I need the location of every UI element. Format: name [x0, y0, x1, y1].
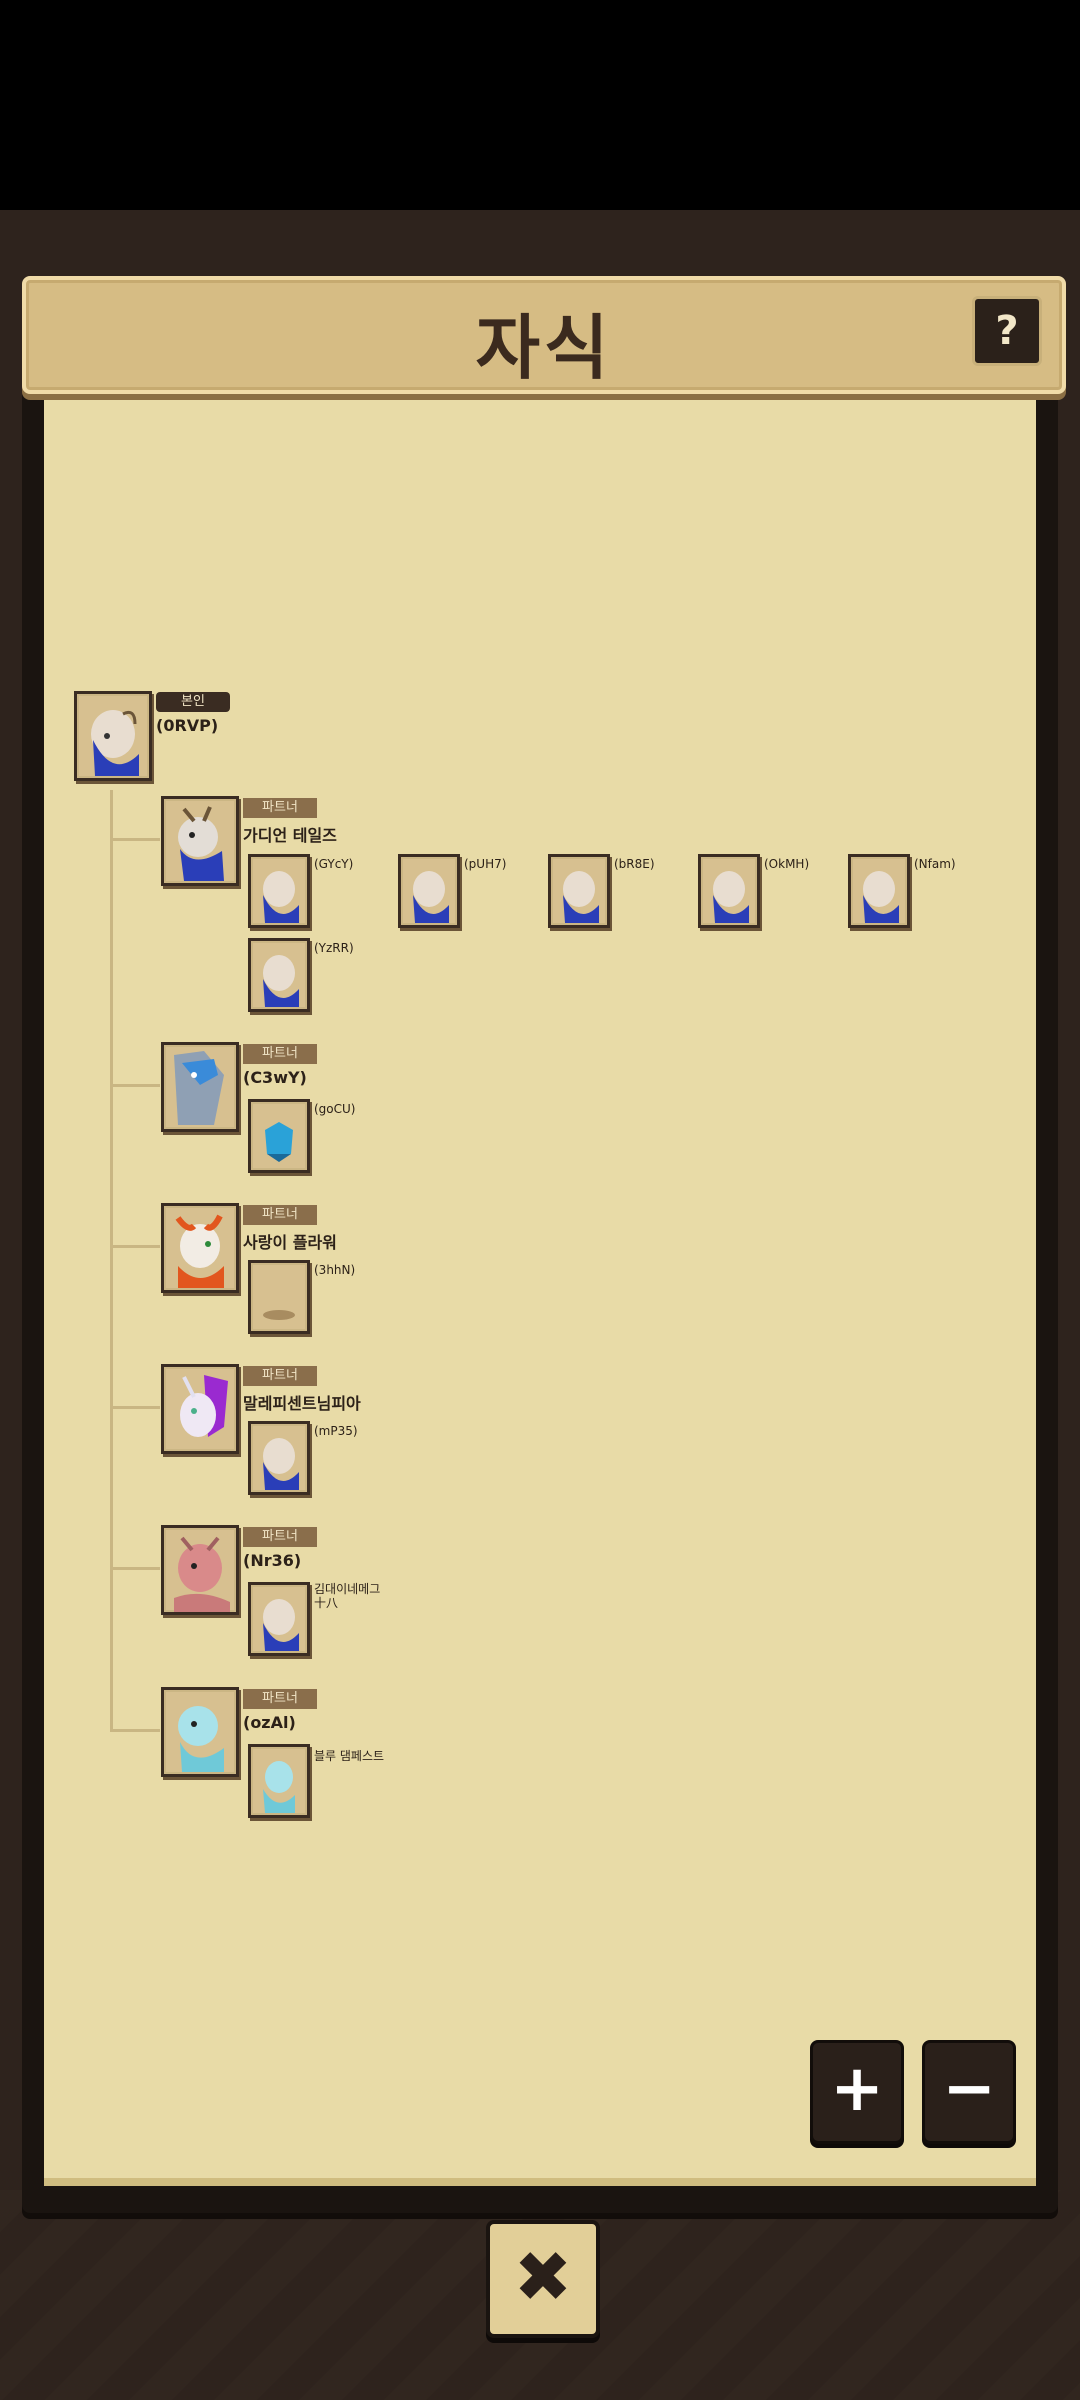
child-portrait[interactable] [398, 854, 460, 928]
dragon-icon [178, 1706, 224, 1772]
status-bar-area [0, 0, 1080, 210]
child-name: (OkMH) [764, 857, 810, 871]
zoom-out-button[interactable]: − [922, 2040, 1016, 2144]
child-portrait[interactable] [248, 1421, 310, 1495]
partner-name: (Nr36) [243, 1551, 302, 1570]
partner-badge: 파트너 [243, 1205, 317, 1225]
tree-connector [110, 1406, 160, 1409]
child-portrait[interactable] [698, 854, 760, 928]
child-portrait[interactable] [548, 854, 610, 928]
partner-badge: 파트너 [243, 1366, 317, 1386]
dragon-icon [180, 1375, 228, 1437]
partner-badge: 파트너 [243, 1689, 317, 1709]
page-title: 자식 [475, 307, 613, 389]
self-badge: 본인 [156, 692, 230, 712]
partner-name: (C3wY) [243, 1068, 307, 1087]
child-portrait[interactable] [848, 854, 910, 928]
partner-portrait[interactable] [161, 796, 239, 886]
partner-portrait[interactable] [161, 1687, 239, 1777]
child-name: 블루 댐페스트 [314, 1749, 385, 1763]
tree-connector [110, 1245, 160, 1248]
child-name: (3hhN) [314, 1263, 356, 1277]
child-portrait[interactable] [248, 1260, 310, 1334]
tree-connector [110, 838, 160, 841]
partner-name: (ozAl) [243, 1713, 296, 1732]
child-name: (bR8E) [614, 857, 655, 871]
dragon-icon [174, 1536, 230, 1612]
partner-name: 가디언 테일즈 [243, 826, 337, 845]
child-name: (YzRR) [314, 941, 354, 955]
partner-portrait[interactable] [161, 1203, 239, 1293]
child-name: (GYcY) [314, 857, 354, 871]
self-name: (0RVP) [156, 716, 219, 735]
partner-name: 말레피센트님피아 [243, 1394, 361, 1413]
help-button[interactable]: ? [972, 296, 1042, 366]
child-name: (mP35) [314, 1424, 358, 1438]
tree-connector [110, 1567, 160, 1570]
close-button[interactable]: ✖ [486, 2220, 600, 2338]
title-banner: 자식 [22, 276, 1066, 394]
child-portrait[interactable] [248, 854, 310, 928]
partner-portrait[interactable] [161, 1525, 239, 1615]
child-name: (Nfam) [914, 857, 956, 871]
child-portrait[interactable] [248, 938, 310, 1012]
child-portrait[interactable] [248, 1744, 310, 1818]
tree-connector [110, 1084, 160, 1087]
child-portrait[interactable] [248, 1582, 310, 1656]
partner-badge: 파트너 [243, 1044, 317, 1064]
partner-badge: 파트너 [243, 1527, 317, 1547]
tree-connector [110, 1729, 160, 1732]
partner-portrait[interactable] [161, 1042, 239, 1132]
partner-name: 사랑이 플라워 [243, 1233, 337, 1252]
child-name: (goCU) [314, 1102, 356, 1116]
zoom-in-button[interactable]: + [810, 2040, 904, 2144]
dragon-icon [175, 1214, 224, 1288]
partner-portrait[interactable] [161, 1364, 239, 1454]
partner-badge: 파트너 [243, 798, 317, 818]
self-portrait[interactable] [74, 691, 152, 781]
child-name: 김대이네메그 十八 [314, 1582, 381, 1610]
dragon-egg-icon [91, 710, 139, 776]
child-name: (pUH7) [464, 857, 507, 871]
dragon-icon [174, 1051, 224, 1125]
child-portrait[interactable] [248, 1099, 310, 1173]
tree-connector [110, 790, 113, 1732]
tree-canvas[interactable] [44, 400, 1036, 2186]
dragon-icon [178, 806, 224, 881]
